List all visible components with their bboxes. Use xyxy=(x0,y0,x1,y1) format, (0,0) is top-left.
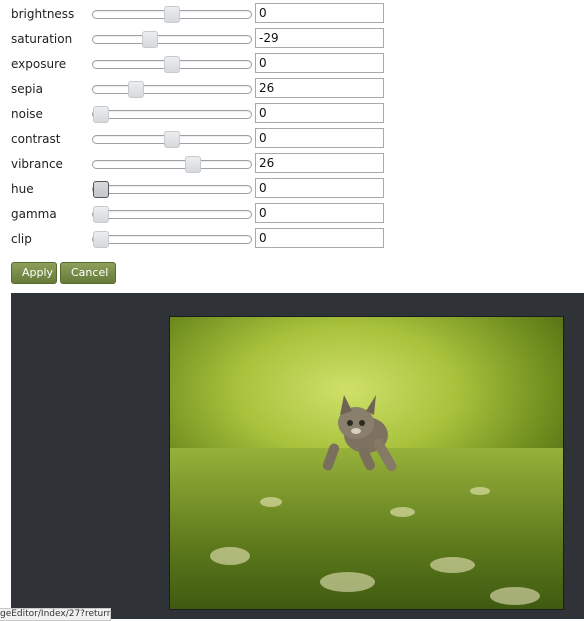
noise-label: noise xyxy=(11,107,43,121)
saturation-label: saturation xyxy=(11,32,73,46)
sepia-slider[interactable] xyxy=(92,81,252,98)
noise-slider[interactable] xyxy=(92,106,252,123)
cancel-button[interactable]: Cancel xyxy=(60,262,116,284)
adjustment-row-brightness: brightness xyxy=(0,3,400,28)
adjustment-row-clip: clip xyxy=(0,228,400,253)
contrast-slider[interactable] xyxy=(92,131,252,148)
brightness-slider[interactable] xyxy=(92,6,252,23)
clip-label: clip xyxy=(11,232,32,246)
saturation-slider[interactable] xyxy=(92,31,252,48)
exposure-slider-handle[interactable] xyxy=(164,56,180,73)
vibrance-slider[interactable] xyxy=(92,156,252,173)
vibrance-input[interactable] xyxy=(255,153,384,173)
contrast-slider-handle[interactable] xyxy=(164,131,180,148)
noise-slider-handle[interactable] xyxy=(93,106,109,123)
clip-slider[interactable] xyxy=(92,231,252,248)
noise-input[interactable] xyxy=(255,103,384,123)
image-preview-area xyxy=(11,293,584,619)
apply-button[interactable]: Apply xyxy=(11,262,57,284)
adjustment-row-hue: hue xyxy=(0,178,400,203)
contrast-label: contrast xyxy=(11,132,61,146)
exposure-input[interactable] xyxy=(255,53,384,73)
adjustment-row-exposure: exposure xyxy=(0,53,400,78)
brightness-slider-handle[interactable] xyxy=(164,6,180,23)
saturation-slider-handle[interactable] xyxy=(141,31,158,48)
hue-slider-handle[interactable] xyxy=(93,181,109,198)
brightness-input[interactable] xyxy=(255,3,384,23)
vibrance-slider-handle[interactable] xyxy=(184,156,201,173)
clip-slider-handle[interactable] xyxy=(93,231,109,248)
kitten-illustration xyxy=(322,395,397,472)
vibrance-label: vibrance xyxy=(11,157,63,171)
clip-input[interactable] xyxy=(255,228,384,248)
exposure-label: exposure xyxy=(11,57,67,71)
hue-slider[interactable] xyxy=(92,181,252,198)
gamma-slider-handle[interactable] xyxy=(93,206,109,223)
sepia-label: sepia xyxy=(11,82,43,96)
gamma-label: gamma xyxy=(11,207,57,221)
contrast-input[interactable] xyxy=(255,128,384,148)
exposure-slider[interactable] xyxy=(92,56,252,73)
hue-label: hue xyxy=(11,182,34,196)
sepia-input[interactable] xyxy=(255,78,384,98)
brightness-label: brightness xyxy=(11,7,75,21)
adjustment-row-saturation: saturation xyxy=(0,28,400,53)
adjustment-row-noise: noise xyxy=(0,103,400,128)
gamma-slider[interactable] xyxy=(92,206,252,223)
hue-input[interactable] xyxy=(255,178,384,198)
adjustment-row-sepia: sepia xyxy=(0,78,400,103)
sepia-slider-handle[interactable] xyxy=(127,81,144,98)
gamma-input[interactable] xyxy=(255,203,384,223)
adjustment-row-contrast: contrast xyxy=(0,128,400,153)
adjustment-row-gamma: gamma xyxy=(0,203,400,228)
status-bar-url: geEditor/Index/27?return xyxy=(0,608,111,621)
preview-photo xyxy=(169,316,564,610)
adjustment-panel: brightness saturation exposure sepia noi… xyxy=(0,3,400,253)
saturation-input[interactable] xyxy=(255,28,384,48)
adjustment-row-vibrance: vibrance xyxy=(0,153,400,178)
